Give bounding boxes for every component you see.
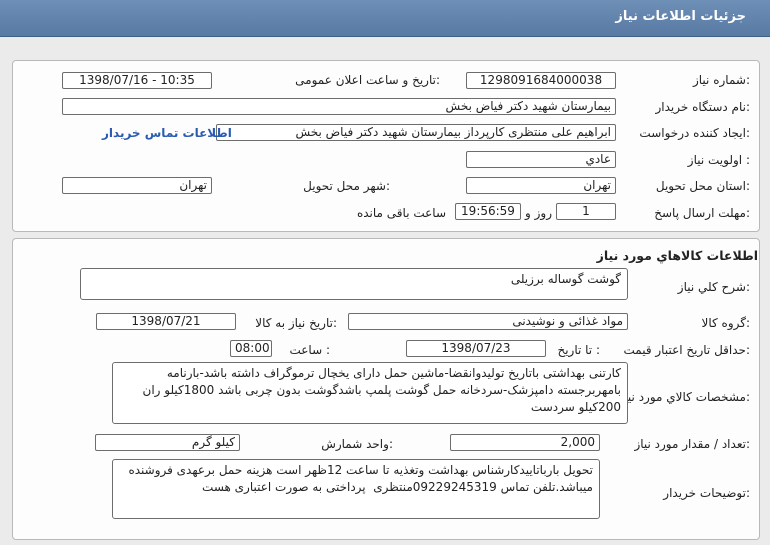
delivery-city-field: تهران — [62, 177, 212, 194]
delivery-city-label: شهر محل تحويل: — [303, 179, 390, 193]
creator-label: ايجاد کننده درخواست: — [639, 126, 750, 140]
buyer-notes-label: توضيحات خريدار: — [663, 486, 750, 500]
quantity-field: 2,000 — [450, 434, 600, 451]
page-header: جزئيات اطلاعات نياز — [0, 0, 770, 37]
buyer-field: بيمارستان شهيد دکتر فياض بخش — [62, 98, 616, 115]
page-title: جزئيات اطلاعات نياز — [615, 9, 746, 24]
summary-field: گوشت گوساله برزيلی — [80, 268, 628, 300]
remaining-time-label: ساعت باقی مانده — [356, 206, 446, 220]
goods-group-field: مواد غذائی و نوشيدنی — [348, 313, 628, 330]
deadline-days-field: 1 — [556, 203, 616, 220]
goods-group-label: گروه کالا: — [701, 316, 751, 330]
announce-datetime-label: تاريخ و ساعت اعلان عمومی: — [295, 73, 440, 87]
priority-field: عادي — [466, 151, 616, 168]
priority-label: اولويت نياز : — [687, 153, 750, 167]
buyer-notes-field: تحويل بارباتاييدکارشناس بهداشت وتغذيه تا… — [112, 459, 600, 519]
unit-field: کيلو گرم — [95, 434, 240, 451]
summary-label: شرح کلي نياز: — [677, 280, 750, 294]
validity-to-date-label: تا تاريخ : — [557, 343, 600, 357]
specs-field: کارتنی بهداشتی باتاريخ توليدوانقضا-ماشين… — [112, 362, 628, 424]
validity-time-field: 08:00 — [230, 340, 272, 357]
specs-label: مشخصات کالاي مورد نياز: — [618, 390, 750, 404]
goods-section-title: اطلاعات کالاهاي مورد نياز — [596, 248, 758, 263]
buyer-contact-link[interactable]: اطلاعات تماس خريدار — [102, 126, 232, 140]
price-validity-label: حداقل تاريخ اعتبار قيمت: — [623, 343, 750, 357]
unit-label: واحد شمارش: — [321, 437, 393, 451]
creator-field: ابراهيم علی منتظری کارپرداز بيمارستان شه… — [216, 124, 616, 141]
deadline-label: مهلت ارسال پاسخ: — [654, 206, 750, 220]
validity-date-field: 1398/07/23 — [406, 340, 546, 357]
quantity-label: تعداد / مقدار مورد نياز: — [634, 437, 750, 451]
delivery-province-label: استان محل تحويل: — [655, 179, 750, 193]
delivery-province-field: تهران — [466, 177, 616, 194]
buyer-label: نام دستگاه خريدار: — [655, 100, 751, 114]
need-date-field: 1398/07/21 — [96, 313, 236, 330]
need-number-label: شماره نياز: — [692, 73, 750, 87]
need-number-field: 1298091684000038 — [466, 72, 616, 89]
announce-datetime-field: 1398/07/16 - 10:35 — [62, 72, 212, 89]
days-and-label: روز و — [525, 206, 552, 220]
deadline-time-field: 19:56:59 — [455, 203, 521, 220]
need-date-label: تاريخ نياز به کالا: — [255, 316, 337, 330]
validity-hour-label: ساعت : — [289, 343, 330, 357]
